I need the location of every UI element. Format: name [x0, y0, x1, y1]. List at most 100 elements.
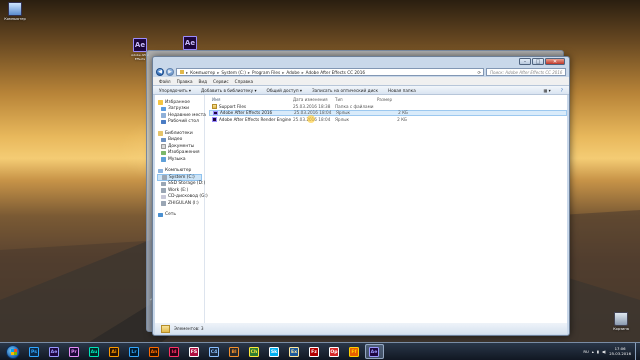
after-effects-icon: Ae	[183, 36, 197, 50]
taskbar-app-button[interactable]: Fz	[305, 344, 324, 359]
app-icon: An	[149, 346, 159, 357]
network-icon[interactable]: ▮	[597, 349, 599, 354]
drive-icon	[161, 181, 166, 186]
file-size: 2 КБ	[397, 116, 407, 122]
taskbar-app-button[interactable]: Ps	[25, 344, 44, 359]
nav-group-network: Сеть	[157, 212, 202, 219]
menu-edit[interactable]: Правка	[177, 79, 193, 84]
breadcrumb-item[interactable]: System (C:)	[221, 70, 246, 75]
desktop-icon-label: Компьютер	[4, 17, 26, 21]
breadcrumb-item[interactable]: Adobe	[286, 70, 299, 75]
add-to-library-button[interactable]: Добавить в библиотеку ▾	[201, 88, 257, 93]
start-button[interactable]	[6, 344, 20, 359]
breadcrumb-item[interactable]: Adobe After Effects CC 2016	[306, 70, 365, 75]
pictures-icon	[161, 150, 166, 155]
taskbar-app-button[interactable]: C4	[205, 344, 224, 359]
clock-date: 25.03.2016	[609, 350, 631, 356]
clock[interactable]: 17:06 25.03.2016	[609, 346, 631, 356]
file-type: Папка с файлами	[335, 103, 374, 109]
share-button[interactable]: Общий доступ ▾	[267, 88, 302, 93]
refresh-icon[interactable]: ⟳	[477, 70, 483, 75]
address-row: ◀ ▶ ▸ Компьютер ▸ System (C:) ▸ Program …	[153, 67, 569, 77]
recent-places-icon	[161, 113, 166, 118]
language-indicator[interactable]: RU	[583, 349, 588, 354]
nav-item-drive-i[interactable]: ZHIGULAN (I:)	[157, 200, 202, 207]
window-titlebar[interactable]: – □ ✕	[153, 57, 569, 67]
taskbar-app-button[interactable]: Lr	[125, 344, 144, 359]
menu-view[interactable]: Вид	[199, 79, 208, 84]
app-icon: Ch	[249, 346, 259, 357]
taskbar-app-button[interactable]: FS	[185, 344, 204, 359]
app-icon: Op	[329, 346, 339, 357]
folder-icon	[161, 324, 170, 333]
show-desktop-button[interactable]	[635, 342, 640, 360]
nav-item-music[interactable]: Музыка	[157, 156, 202, 163]
file-name: Adobe After Effects 2016	[220, 110, 273, 116]
app-icon: Lr	[129, 346, 139, 357]
help-icon[interactable]: ?	[561, 88, 563, 93]
menu-help[interactable]: Справка	[235, 79, 253, 84]
desktop-icon-recycle-bin[interactable]: Корзина	[608, 312, 634, 331]
view-options-icon[interactable]: ▦ ▾	[543, 88, 550, 93]
volume-icon[interactable]: ◀)	[602, 349, 606, 354]
explorer-window[interactable]: – □ ✕ ◀ ▶ ▸ Компьютер ▸ System (C:) ▸ Pr…	[152, 56, 570, 336]
taskbar-app-button[interactable]: Sk	[265, 344, 284, 359]
computer-icon	[8, 2, 22, 16]
search-input[interactable]: Поиск: Adobe After Effects CC 2016	[486, 68, 566, 76]
taskbar-app-button[interactable]: Pr	[65, 344, 84, 359]
desktop-icon-label: Корзина	[613, 327, 629, 331]
file-row[interactable]: Adobe After Effects Render Engine 25.03.…	[209, 116, 567, 123]
column-date[interactable]: Дата изменения	[293, 97, 335, 102]
column-size[interactable]: Размер	[377, 97, 407, 102]
video-icon	[161, 137, 166, 142]
system-tray: RU ▴ ▮ ◀) 17:06 25.03.2016	[583, 346, 635, 356]
taskbar-app-button[interactable]: Ae	[45, 344, 64, 359]
network-icon	[158, 212, 163, 217]
taskbar-app-button[interactable]: Ai	[105, 344, 124, 359]
new-folder-button[interactable]: Новая папка	[388, 88, 416, 93]
desktop-icon-computer[interactable]: Компьютер	[2, 2, 28, 21]
file-name: Adobe After Effects Render Engine	[219, 116, 292, 122]
organize-button[interactable]: Упорядочить ▾	[159, 88, 191, 93]
star-icon	[158, 100, 163, 105]
back-button[interactable]: ◀	[156, 68, 164, 76]
forward-button[interactable]: ▶	[166, 68, 174, 76]
close-button[interactable]: ✕	[545, 58, 565, 65]
folder-icon	[180, 70, 184, 74]
burn-disc-button[interactable]: Записать на оптический диск	[312, 88, 378, 93]
file-type: Ярлык	[335, 116, 350, 122]
tray-arrow-icon[interactable]: ▴	[592, 349, 594, 354]
taskbar-app-button[interactable]: Id	[165, 344, 184, 359]
taskbar-app-button[interactable]: An	[145, 344, 164, 359]
downloads-icon	[161, 106, 166, 111]
column-type[interactable]: Тип	[335, 97, 377, 102]
nav-group-favorites: Избранное Загрузки Недавние места Рабочи…	[157, 99, 206, 126]
drive-icon	[162, 175, 167, 180]
taskbar-app-button[interactable]: Ch	[245, 344, 264, 359]
menu-tools[interactable]: Сервис	[213, 79, 229, 84]
menu-file[interactable]: Файл	[159, 79, 171, 84]
desktop-icon-after-effects-2[interactable]: Ae	[177, 36, 203, 51]
taskbar-app-button[interactable]: Op	[325, 344, 344, 359]
app-icon: Ff	[349, 346, 359, 357]
taskbar-app-button[interactable]: Ex	[285, 344, 304, 359]
app-icon: Ex	[289, 346, 299, 357]
taskbar-app-button[interactable]: Au	[85, 344, 104, 359]
taskbar-app-button[interactable]: Ae	[364, 344, 384, 359]
taskbar-app-button[interactable]: Bl	[225, 344, 244, 359]
file-date: 25.03.2016 18:04	[294, 110, 332, 116]
usb-drive-icon	[161, 201, 166, 206]
minimize-button[interactable]: –	[519, 58, 531, 65]
nav-network[interactable]: Сеть	[157, 212, 202, 219]
taskbar-app-button[interactable]: Ff	[345, 344, 364, 359]
nav-item-desktop[interactable]: Рабочий стол	[157, 119, 202, 126]
drive-icon	[161, 188, 166, 193]
breadcrumb-item[interactable]: Компьютер	[190, 70, 215, 75]
breadcrumb-item[interactable]: Program Files	[252, 70, 280, 75]
address-bar[interactable]: ▸ Компьютер ▸ System (C:) ▸ Program File…	[176, 68, 484, 76]
command-bar: Упорядочить ▾ Добавить в библиотеку ▾ Об…	[153, 85, 569, 95]
column-name[interactable]: Имя	[209, 97, 293, 102]
app-icon: Id	[169, 346, 179, 357]
maximize-button[interactable]: □	[532, 58, 544, 65]
app-icon: Ps	[29, 346, 39, 357]
